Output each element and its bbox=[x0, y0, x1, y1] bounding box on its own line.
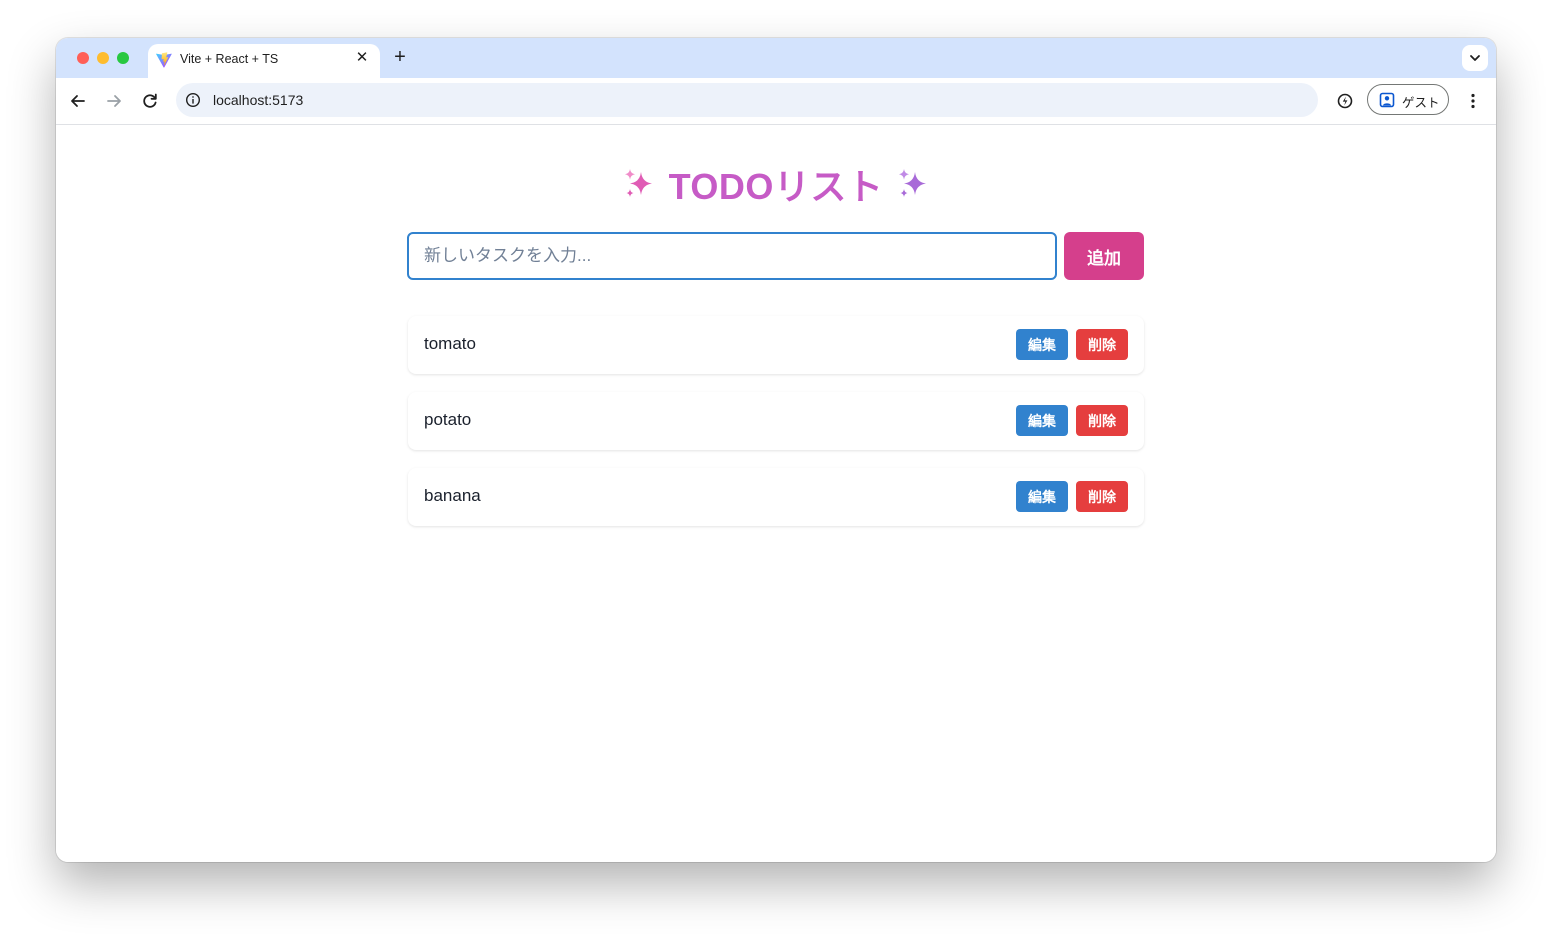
menu-button[interactable] bbox=[1460, 88, 1486, 114]
todo-item: potato 編集 削除 bbox=[408, 392, 1144, 450]
todo-text: potato bbox=[424, 410, 472, 429]
arrow-left-icon bbox=[71, 95, 85, 107]
window-maximize-icon[interactable] bbox=[117, 52, 129, 64]
reload-button[interactable] bbox=[137, 88, 163, 114]
tab-search-button[interactable] bbox=[1462, 45, 1488, 71]
forward-button[interactable] bbox=[101, 88, 127, 114]
performance-button[interactable] bbox=[1332, 88, 1358, 114]
info-icon[interactable] bbox=[185, 92, 201, 108]
delete-button[interactable]: 削除 bbox=[1076, 329, 1128, 360]
more-vertical-icon bbox=[1471, 93, 1475, 109]
todo-text: tomato bbox=[424, 334, 476, 353]
plus-icon[interactable]: + bbox=[390, 46, 410, 68]
page-content: TODOリスト 追加 tomato 編集 削除 potato 編集 削除 ban… bbox=[56, 125, 1496, 862]
edit-button[interactable]: 編集 bbox=[1016, 405, 1068, 436]
tab-title: Vite + React + TS bbox=[180, 52, 279, 66]
window-minimize-icon[interactable] bbox=[97, 52, 109, 64]
tab-strip: Vite + React + TS ✕ + bbox=[56, 38, 1496, 78]
page-title: TODOリスト bbox=[668, 166, 884, 207]
sparkles-icon bbox=[625, 169, 653, 197]
chevron-down-icon bbox=[1470, 55, 1480, 61]
app-header: TODOリスト bbox=[56, 158, 1496, 210]
edit-button[interactable]: 編集 bbox=[1016, 329, 1068, 360]
address-bar[interactable]: localhost:5173 bbox=[176, 83, 1318, 117]
todo-item: banana 編集 削除 bbox=[408, 468, 1144, 526]
todo-text: banana bbox=[424, 486, 481, 505]
todo-list: tomato 編集 削除 potato 編集 削除 banana 編集 削除 bbox=[408, 316, 1144, 544]
sparkles-icon bbox=[898, 169, 926, 197]
address-url: localhost:5173 bbox=[213, 92, 304, 108]
delete-button[interactable]: 削除 bbox=[1076, 405, 1128, 436]
arrow-right-icon bbox=[107, 95, 121, 107]
back-button[interactable] bbox=[65, 88, 91, 114]
profile-button[interactable]: ゲスト bbox=[1367, 84, 1449, 115]
performance-icon bbox=[1337, 93, 1353, 109]
browser-toolbar: localhost:5173 ゲスト bbox=[56, 78, 1496, 125]
vite-logo-icon bbox=[156, 52, 172, 68]
close-icon[interactable]: ✕ bbox=[354, 50, 370, 66]
add-button[interactable]: 追加 bbox=[1064, 232, 1144, 280]
window-close-icon[interactable] bbox=[77, 52, 89, 64]
browser-tab[interactable]: Vite + React + TS ✕ bbox=[148, 44, 380, 78]
edit-button[interactable]: 編集 bbox=[1016, 481, 1068, 512]
reload-icon bbox=[143, 93, 157, 108]
person-icon bbox=[1379, 92, 1395, 108]
delete-button[interactable]: 削除 bbox=[1076, 481, 1128, 512]
profile-label: ゲスト bbox=[1402, 96, 1440, 110]
todo-item: tomato 編集 削除 bbox=[408, 316, 1144, 374]
browser-window: Vite + React + TS ✕ + localhost:5173 ゲスト… bbox=[56, 38, 1496, 862]
task-input[interactable] bbox=[407, 232, 1057, 280]
